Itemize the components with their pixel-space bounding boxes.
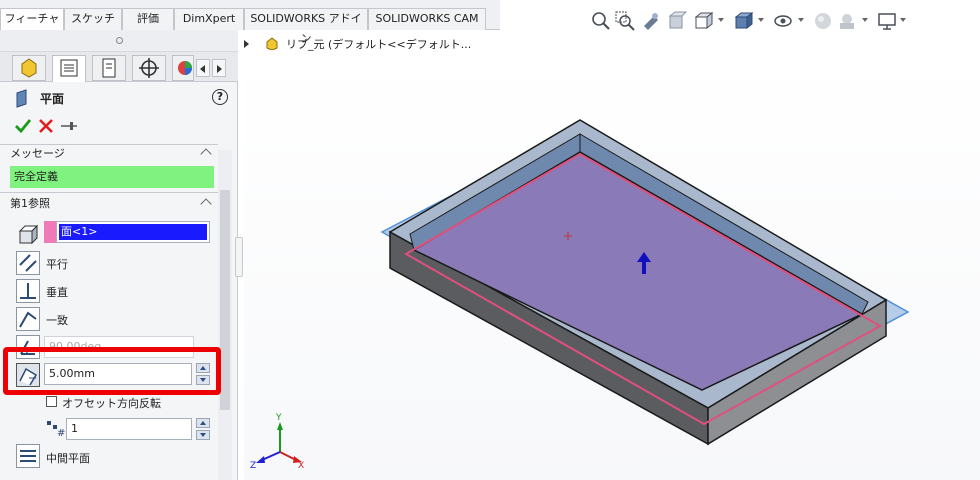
tab-scroll-left-icon[interactable] <box>196 59 210 77</box>
tab-addins[interactable]: SOLIDWORKS アドイン <box>244 8 368 45</box>
svg-text:#: # <box>57 428 65 438</box>
manager-tabs <box>0 52 238 82</box>
annotation-highlight-box <box>3 347 221 395</box>
triad-z-label: Z <box>250 461 256 471</box>
panel-title: 平面 <box>40 92 65 106</box>
message-box: 完全定義 <box>10 166 214 188</box>
section-view-icon[interactable] <box>666 10 688 32</box>
mid-plane-icon[interactable] <box>16 444 40 468</box>
command-manager-tabs: フィーチャー スケッチ 評価 DimXpert SOLIDWORKS アドイン … <box>0 0 500 45</box>
count-spinner[interactable] <box>196 418 210 440</box>
part-icon <box>266 37 277 51</box>
display-settings-icon[interactable] <box>876 10 898 32</box>
configuration-manager-icon[interactable] <box>92 55 126 81</box>
panel-grip[interactable] <box>0 30 238 52</box>
cancel-button[interactable] <box>38 118 54 137</box>
parallel-label[interactable]: 平行 <box>46 256 68 272</box>
flip-offset-checkbox[interactable] <box>46 396 57 407</box>
first-reference-header[interactable]: 第1参照 <box>10 194 214 214</box>
selected-reference[interactable]: 面<1> <box>59 224 207 240</box>
triad-y-label: Y <box>275 413 282 423</box>
tab-evaluate[interactable]: 評価 <box>122 8 174 30</box>
feature-tree-flyout: リブ_元 (デフォルト<<デフォルト... <box>244 36 471 54</box>
scrollbar-thumb[interactable] <box>220 190 230 410</box>
perpendicular-icon[interactable] <box>16 279 40 303</box>
previous-view-icon[interactable] <box>640 10 662 32</box>
part-name[interactable]: リブ_元 (デフォルト<<デフォルト... <box>286 38 471 51</box>
tab-cam[interactable]: SOLIDWORKS CAM <box>368 8 486 30</box>
property-manager-icon[interactable] <box>52 55 86 82</box>
collapse-icon[interactable] <box>200 148 212 160</box>
tab-features[interactable]: フィーチャー <box>0 8 64 45</box>
spin-up-icon[interactable] <box>196 418 210 428</box>
zoom-to-fit-icon[interactable] <box>590 10 612 32</box>
dimxpert-icon[interactable] <box>132 55 166 81</box>
perpendicular-label[interactable]: 垂直 <box>46 284 68 300</box>
reference-selection-box[interactable]: 面<1> <box>56 221 210 243</box>
message-section-header[interactable]: メッセージ <box>10 144 214 164</box>
graphics-viewport[interactable]: Y X Z <box>244 56 980 480</box>
expand-arrow-icon[interactable] <box>244 40 249 48</box>
coincident-icon[interactable] <box>16 307 40 331</box>
collapse-icon[interactable] <box>200 198 212 210</box>
parallel-icon[interactable] <box>16 251 40 275</box>
flip-offset-label[interactable]: オフセット方向反転 <box>62 395 161 411</box>
plane-icon <box>14 88 32 111</box>
property-manager: 平面 ? メッセージ 完全定義 第1参照 面<1> 平行 垂直 一致 90.00… <box>0 30 238 480</box>
view-orientation-icon[interactable] <box>692 10 714 32</box>
instance-count-icon: # <box>44 418 66 439</box>
face-reference-icon <box>16 223 40 247</box>
zoom-to-area-icon[interactable] <box>614 10 636 32</box>
scene-icon[interactable] <box>836 10 858 32</box>
tab-dimxpert[interactable]: DimXpert <box>174 8 244 30</box>
panel-scrollbar[interactable] <box>218 150 232 480</box>
message-header-label: メッセージ <box>10 147 65 160</box>
spin-down-icon[interactable] <box>196 430 210 440</box>
mid-plane-label[interactable]: 中間平面 <box>46 450 90 466</box>
ok-button[interactable] <box>14 118 32 137</box>
tab-scroll-right-icon[interactable] <box>212 59 226 77</box>
display-manager-icon[interactable] <box>172 55 194 81</box>
hide-show-icon[interactable] <box>772 10 794 32</box>
display-style-icon[interactable] <box>732 10 754 32</box>
reference-color-swatch <box>44 221 56 243</box>
triad-x-label: X <box>298 461 304 471</box>
feature-manager-icon[interactable] <box>12 55 46 81</box>
coincident-label[interactable]: 一致 <box>46 312 68 328</box>
instance-count-input[interactable]: 1 <box>66 418 192 440</box>
tab-sketch[interactable]: スケッチ <box>64 8 122 30</box>
help-icon[interactable]: ? <box>212 89 228 105</box>
pin-button[interactable] <box>60 120 78 135</box>
appearance-icon[interactable] <box>812 10 834 32</box>
first-reference-label: 第1参照 <box>10 197 50 210</box>
panel-resize-handle[interactable] <box>235 237 243 277</box>
